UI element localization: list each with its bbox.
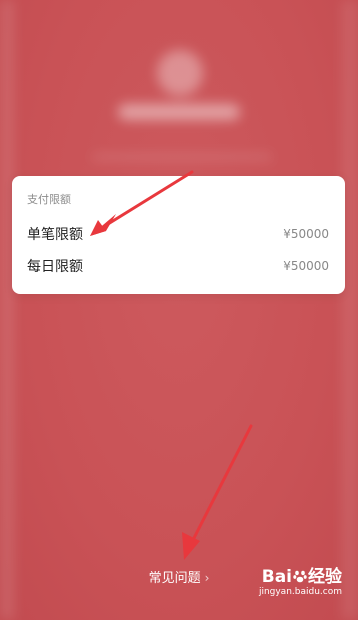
baidu-jingyan-watermark: Bai 经验 jingyan.baidu.com: [232, 562, 342, 604]
watermark-brand-right: 经验: [308, 567, 342, 587]
red-arrow-icon: [182, 424, 253, 560]
annotation-arrows: [90, 170, 253, 560]
red-arrow-icon: [90, 170, 194, 236]
baidu-paw-icon: [293, 570, 307, 583]
watermark-brand-left: Bai: [261, 567, 292, 587]
watermark-url: jingyan.baidu.com: [258, 587, 342, 597]
phone-screen: 支付限额 单笔限额 ¥50000 每日限额 ¥50000 常见问题 › Bai 经验…: [0, 0, 358, 620]
watermark-brand: Bai 经验: [262, 562, 342, 587]
